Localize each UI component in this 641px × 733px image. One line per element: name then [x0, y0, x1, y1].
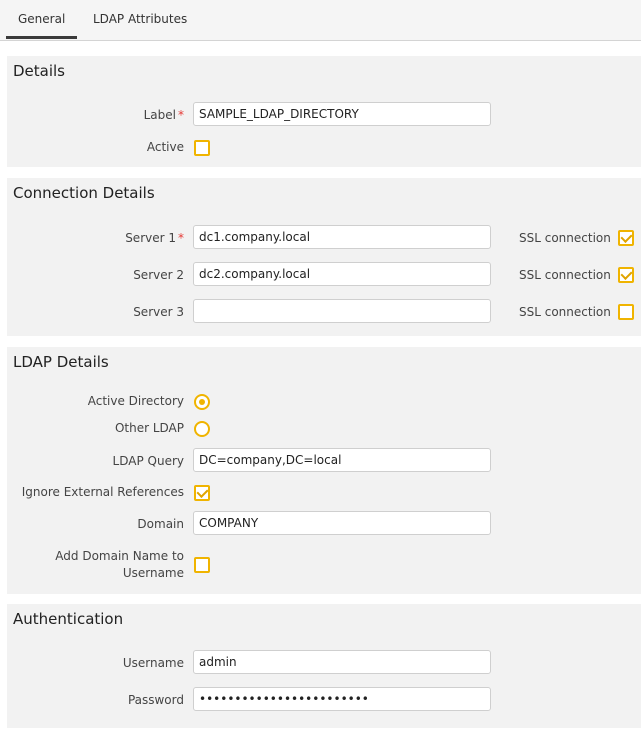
details-title: Details: [13, 62, 66, 80]
server-1-ssl-checkbox[interactable]: [618, 230, 634, 246]
tab-general[interactable]: General: [18, 12, 65, 26]
active-checkbox[interactable]: [194, 140, 210, 156]
add-domain-name-checkbox[interactable]: [194, 557, 210, 573]
tab-ldap-attributes[interactable]: LDAP Attributes: [93, 12, 187, 26]
active-tab-indicator: [6, 36, 77, 39]
other-ldap-label: Other LDAP: [114, 421, 184, 435]
server-2-input[interactable]: [193, 262, 491, 286]
connection-details-title: Connection Details: [13, 184, 155, 202]
server-1-ssl-label: SSL connection: [519, 231, 611, 245]
ldap-details-section: LDAP Details Active Directory Other LDAP…: [7, 347, 641, 594]
username-input[interactable]: [193, 650, 491, 674]
server-2-ssl-label: SSL connection: [519, 268, 611, 282]
other-ldap-radio[interactable]: [194, 421, 210, 437]
username-label: Username: [122, 656, 184, 670]
connection-details-section: Connection Details Server 1* SSL connect…: [7, 178, 641, 336]
ldap-query-label: LDAP Query: [112, 454, 184, 468]
authentication-section: Authentication Username Password: [7, 604, 641, 728]
password-label: Password: [127, 693, 184, 707]
server-1-label: Server 1 *: [125, 231, 184, 245]
required-marker: *: [178, 108, 184, 122]
server-2-ssl-checkbox[interactable]: [618, 267, 634, 283]
label-input[interactable]: [193, 102, 491, 126]
active-directory-radio[interactable]: [194, 394, 210, 410]
details-section: Details Label* Active: [7, 56, 641, 167]
ldap-details-title: LDAP Details: [13, 353, 109, 371]
domain-input[interactable]: [193, 511, 491, 535]
required-marker: *: [178, 231, 184, 245]
server-3-ssl-label: SSL connection: [519, 305, 611, 319]
domain-label: Domain: [137, 517, 184, 531]
server-3-ssl-checkbox[interactable]: [618, 304, 634, 320]
active-directory-label: Active Directory: [87, 394, 184, 408]
server-3-input[interactable]: [193, 299, 491, 323]
label-field-label: Label *: [143, 108, 184, 122]
ldap-query-input[interactable]: [193, 448, 491, 472]
server-2-label: Server 2: [133, 268, 184, 282]
server-1-input[interactable]: [193, 225, 491, 249]
ignore-external-references-label: Ignore External References: [21, 485, 184, 499]
server-3-label: Server 3: [133, 305, 184, 319]
password-input[interactable]: [193, 687, 491, 711]
add-domain-name-label: Add Domain Name to Username: [55, 549, 184, 580]
ignore-external-references-checkbox[interactable]: [194, 485, 210, 501]
active-label: Active: [146, 140, 184, 154]
tab-bar: General LDAP Attributes: [0, 0, 641, 41]
authentication-title: Authentication: [13, 610, 124, 628]
